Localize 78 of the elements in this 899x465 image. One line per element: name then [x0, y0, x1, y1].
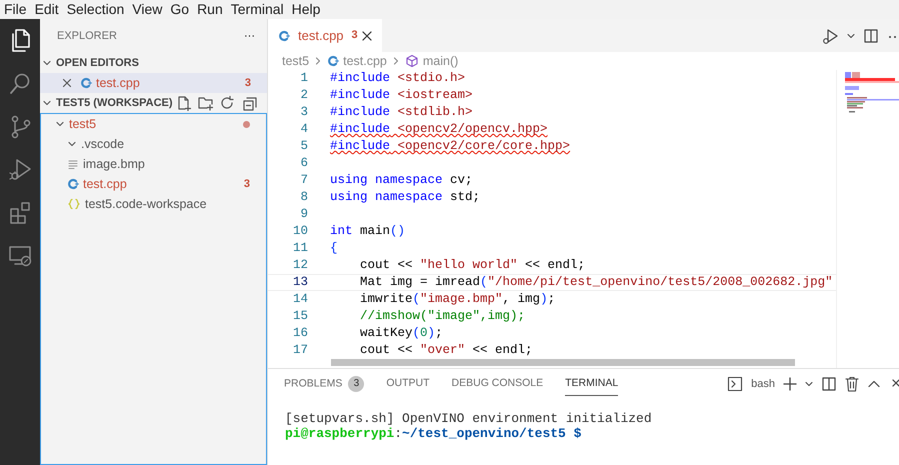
line-number: 2 [299, 87, 308, 104]
code-line: { [330, 240, 338, 257]
menu-item[interactable]: Edit [30, 0, 63, 19]
line-number: 11 [292, 240, 308, 257]
terminal-shell-button[interactable]: bash [727, 376, 775, 392]
line-number: 5 [299, 138, 308, 155]
cpp-file-icon [80, 77, 92, 89]
code-line: //imshow("image",img); [359, 308, 526, 325]
new-folder-icon[interactable] [197, 95, 215, 111]
line-number: 1 [299, 70, 308, 87]
line-number: 8 [299, 189, 308, 206]
close-icon[interactable] [62, 78, 72, 88]
menu-item[interactable]: Help [288, 0, 324, 19]
braces-icon [67, 198, 81, 210]
split-terminal-icon[interactable] [821, 376, 837, 392]
tree-item[interactable]: test5.code-workspace [41, 194, 266, 214]
menu-item[interactable]: Terminal [226, 0, 288, 19]
menu-item[interactable]: Selection [62, 0, 128, 19]
line-number: 12 [292, 257, 308, 274]
line-number: 15 [292, 308, 308, 325]
code-line: cout << "hello world" << endl; [359, 257, 586, 274]
line-number: 10 [292, 223, 308, 240]
section-title: OPEN EDITORS [56, 56, 139, 71]
terminal-icon [727, 376, 744, 392]
chevron-icon[interactable] [805, 380, 813, 388]
panel-tab[interactable]: TERMINAL [565, 372, 618, 396]
sidebar-title: EXPLORER [57, 28, 117, 44]
code-line: #include <iostream> [330, 87, 473, 104]
tree-item[interactable]: image.bmp [41, 154, 266, 174]
code-line: #include <stdio.h> [330, 70, 466, 87]
terminal-line: pi@raspberrypi:~/test_openvino/test5 $ [285, 426, 582, 441]
cube-icon [404, 54, 419, 68]
menu-item[interactable]: View [128, 0, 166, 19]
line-number: 13 [292, 275, 308, 290]
line-number: 7 [299, 172, 308, 189]
open-editor-item[interactable]: test.cpp 3 [40, 73, 267, 93]
line-number: 3 [299, 104, 308, 121]
text-file-icon [67, 158, 79, 170]
tree-item[interactable]: .vscode [41, 134, 266, 154]
chevron-icon[interactable] [847, 32, 855, 40]
line-number: 14 [292, 291, 308, 308]
menu-item[interactable]: Go [166, 0, 194, 19]
cpp-file-icon [278, 30, 290, 42]
more-button[interactable]: ··· [244, 28, 255, 44]
menu-item[interactable]: Run [193, 0, 227, 19]
code-line: using namespace cv; [330, 172, 473, 189]
code-line: #include <opencv2/opencv.hpp> [330, 121, 548, 138]
run-debug-icon[interactable] [821, 26, 839, 44]
code-line: using namespace std; [330, 189, 480, 206]
cpp-file-icon [67, 178, 79, 190]
code-line: waitKey(0); [359, 325, 443, 342]
cpp-file-icon [327, 55, 340, 67]
terminal-line: [setupvars.sh] OpenVINO environment initialized [285, 411, 653, 426]
code-line: int main() [330, 223, 406, 240]
line-number: 6 [299, 155, 308, 172]
collapse-all-icon[interactable] [241, 95, 259, 111]
section-title: TEST5 (WORKSPACE) [56, 96, 173, 111]
tree-item[interactable]: test.cpp 3 [41, 174, 266, 194]
menu-item[interactable]: File [0, 0, 31, 19]
horizontal-scrollbar[interactable] [331, 359, 795, 366]
tree-item[interactable]: test5 [41, 114, 266, 134]
line-number: 4 [299, 121, 308, 138]
trash-icon[interactable] [845, 376, 859, 392]
panel-tab[interactable]: PROBLEMS 3 [284, 372, 364, 396]
code-line: cout << "over" << endl; [359, 342, 533, 359]
editor-tab[interactable]: test.cpp 3 [268, 19, 382, 52]
split-editor-icon[interactable] [863, 28, 879, 44]
code-line: #include <opencv2/core/core.hpp> [330, 138, 570, 155]
panel-tab[interactable]: DEBUG CONSOLE [452, 372, 544, 396]
line-number: 9 [299, 206, 308, 223]
panel-tab[interactable]: OUTPUT [386, 372, 430, 396]
line-number: 17 [292, 342, 308, 359]
plus-icon[interactable] [783, 377, 797, 391]
code-line: imwrite("image.bmp", img); [359, 291, 556, 308]
code-line: Mat img = imread("/home/pi/test_openvino/test5/2008_002682.jpg" [359, 275, 833, 290]
line-number: 16 [292, 325, 308, 342]
close-icon[interactable] [362, 30, 372, 40]
code-line: #include <stdlib.h> [330, 104, 473, 121]
